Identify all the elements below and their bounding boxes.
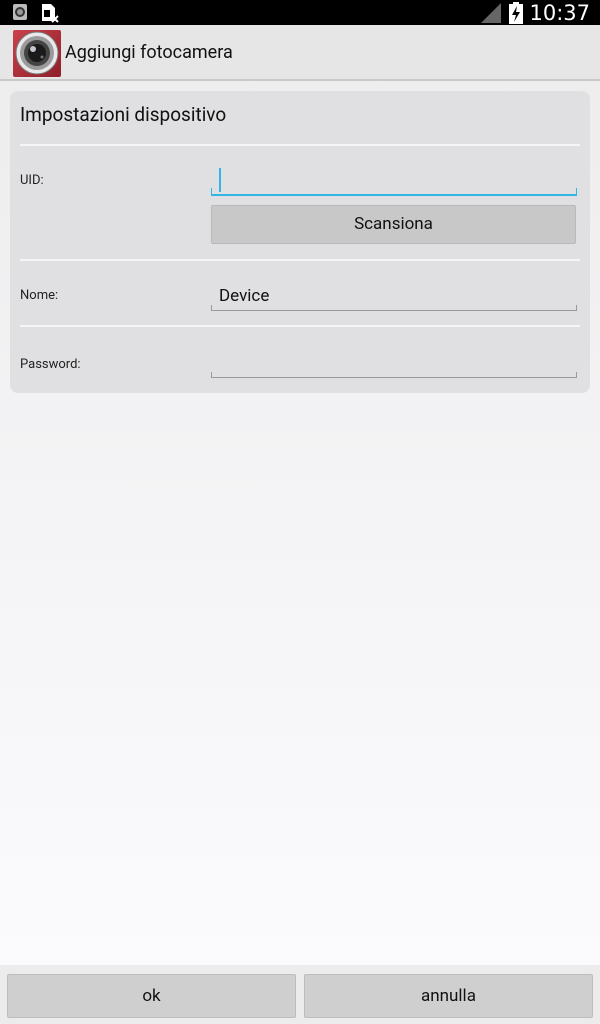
password-label: Password: <box>20 357 81 372</box>
page-title: Aggiungi fotocamera <box>65 42 233 63</box>
scan-button[interactable]: Scansiona <box>211 205 576 244</box>
file-transfer-icon <box>42 4 59 23</box>
bottom-button-bar: ok annulla <box>0 965 600 1024</box>
name-input[interactable]: Device <box>211 281 577 311</box>
camera-notification-icon <box>13 4 27 20</box>
password-input[interactable] <box>211 348 577 378</box>
uid-label: UID: <box>20 173 44 188</box>
clock: 10:37 <box>529 0 590 25</box>
section-title: Impostazioni dispositivo <box>20 103 227 126</box>
status-bar: 10:37 <box>0 0 600 25</box>
ok-button[interactable]: ok <box>7 974 296 1018</box>
text-caret <box>219 168 221 192</box>
system-icons: 10:37 <box>479 0 590 25</box>
divider <box>20 325 580 327</box>
uid-input[interactable] <box>211 166 577 196</box>
signal-icon <box>481 2 502 23</box>
battery-charging-icon <box>509 1 524 24</box>
camera-lens-app-icon[interactable] <box>13 30 61 77</box>
action-bar: Aggiungi fotocamera <box>0 25 600 81</box>
cancel-button[interactable]: annulla <box>304 974 593 1018</box>
device-settings-card: Impostazioni dispositivo UID: Scansiona … <box>10 91 590 393</box>
name-value: Device <box>219 286 270 306</box>
divider <box>20 259 580 261</box>
divider <box>20 144 580 146</box>
name-label: Nome: <box>20 288 59 303</box>
notification-icons <box>12 3 60 23</box>
